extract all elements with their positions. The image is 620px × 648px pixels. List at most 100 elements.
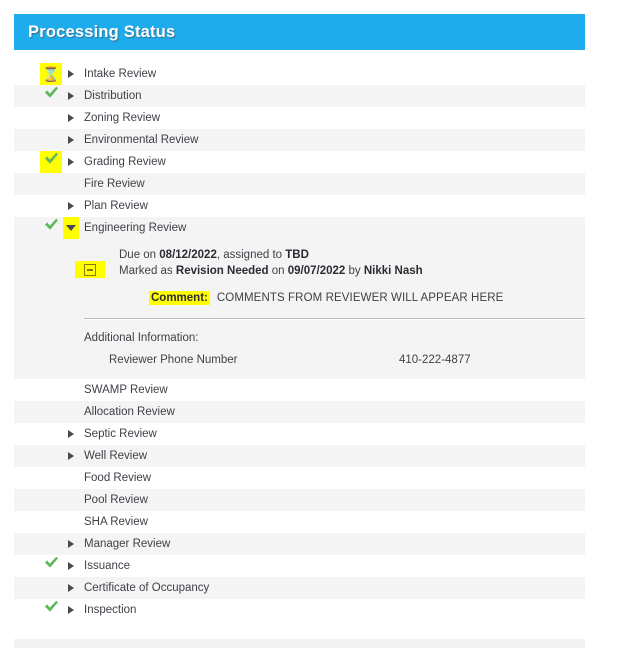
status-row-label: Distribution <box>84 90 142 102</box>
chevron-right-icon <box>68 91 74 100</box>
check-icon <box>44 152 58 164</box>
expand-toggle-right[interactable] <box>63 423 79 445</box>
due-date: 08/12/2022 <box>159 249 217 261</box>
status-row-label: Manager Review <box>84 538 171 550</box>
status-row-label: Environmental Review <box>84 134 199 146</box>
additional-information-fields: Reviewer Phone Number 410-222-4877 <box>14 354 585 369</box>
status-row[interactable]: Fire Review <box>14 173 585 195</box>
status-row[interactable]: Engineering Review <box>14 217 585 239</box>
status-complete-check-icon <box>40 599 62 621</box>
status-row-label: SHA Review <box>84 516 148 528</box>
status-row[interactable]: Food Review <box>14 467 585 489</box>
status-row-label: SWAMP Review <box>84 384 168 396</box>
expand-toggle-right[interactable] <box>63 63 79 85</box>
chevron-right-icon <box>68 69 74 78</box>
status-row-label: Intake Review <box>84 68 157 80</box>
status-row-label: Grading Review <box>84 156 166 168</box>
page-title: Processing Status <box>28 23 176 41</box>
chevron-right-icon <box>68 135 74 144</box>
status-row[interactable]: SHA Review <box>14 511 585 533</box>
status-row-label: Allocation Review <box>84 406 175 418</box>
due-line: Due on 08/12/2022, assigned to TBD <box>119 249 309 261</box>
chevron-right-icon <box>68 157 74 166</box>
expand-toggle-right[interactable] <box>63 445 79 467</box>
comment-line: Comment: COMMENTS FROM REVIEWER WILL APPE… <box>149 291 585 305</box>
status-row[interactable]: Manager Review <box>14 533 585 555</box>
marked-by: Nikki Nash <box>363 265 423 277</box>
check-icon <box>44 217 59 239</box>
status-row-label: Fire Review <box>84 178 145 190</box>
status-complete-check-icon <box>40 85 62 107</box>
additional-field-name: Reviewer Phone Number <box>109 354 238 366</box>
status-row[interactable]: Pool Review <box>14 489 585 511</box>
comment-text: COMMENTS FROM REVIEWER WILL APPEAR HERE <box>216 292 504 304</box>
status-row[interactable]: Plan Review <box>14 195 585 217</box>
check-icon <box>44 151 59 173</box>
status-row[interactable]: SWAMP Review <box>14 379 585 401</box>
status-row-label: Septic Review <box>84 428 157 440</box>
status-row[interactable]: Inspection <box>14 599 585 621</box>
status-row-list-top: ⌛ Intake Review Distribution Zoning Review E… <box>14 63 585 239</box>
expand-toggle-right[interactable] <box>63 599 79 621</box>
comment-label: Comment: <box>149 291 210 305</box>
additional-information-row: Reviewer Phone Number 410-222-4877 <box>14 354 585 369</box>
chevron-right-icon <box>68 201 74 210</box>
chevron-right-icon <box>68 429 74 438</box>
chevron-right-icon <box>68 605 74 614</box>
status-row-label: Issuance <box>84 560 131 572</box>
status-row[interactable]: Issuance <box>14 555 585 577</box>
minus-box-icon <box>84 264 96 276</box>
status-row[interactable]: Zoning Review <box>14 107 585 129</box>
expand-toggle-down[interactable] <box>63 217 79 239</box>
status-row-label: Well Review <box>84 450 148 462</box>
status-complete-check-icon <box>40 555 62 577</box>
status-row[interactable]: Distribution <box>14 85 585 107</box>
additional-information-title: Additional Information: <box>84 332 199 344</box>
check-icon <box>44 556 58 568</box>
status-row-label: Certificate of Occupancy <box>84 582 210 594</box>
status-pending-hourglass-icon: ⌛ <box>40 63 62 85</box>
expand-toggle-right[interactable] <box>63 151 79 173</box>
expand-toggle-right[interactable] <box>63 85 79 107</box>
status-row[interactable]: Allocation Review <box>14 401 585 423</box>
status-row[interactable]: Grading Review <box>14 151 585 173</box>
expand-toggle-right[interactable] <box>63 129 79 151</box>
expand-toggle-right[interactable] <box>63 577 79 599</box>
additional-field-value: 410-222-4877 <box>399 354 471 366</box>
chevron-right-icon <box>68 583 74 592</box>
status-row-label: Inspection <box>84 604 137 616</box>
marked-line: Marked as Revision Needed on 09/07/2022 … <box>119 265 423 277</box>
detail-text-lines: Due on 08/12/2022, assigned to TBD Marke… <box>119 247 585 279</box>
hourglass-icon: ⌛ <box>42 66 60 82</box>
chevron-right-icon <box>68 561 74 570</box>
status-row-label: Zoning Review <box>84 112 161 124</box>
status-row-list-bottom: SWAMP Review Allocation Review Septic Revi… <box>14 379 585 621</box>
status-row[interactable]: Septic Review <box>14 423 585 445</box>
panel-footer-bar <box>14 639 585 648</box>
status-row-label: Engineering Review <box>84 222 187 234</box>
check-icon <box>44 218 58 230</box>
chevron-right-icon <box>68 539 74 548</box>
check-icon <box>44 600 58 612</box>
processing-status-panel: Processing Status ⌛ Intake Review Distribu… <box>14 14 585 648</box>
panel-footer-gap <box>14 621 585 639</box>
check-icon <box>44 555 59 577</box>
status-row-label: Pool Review <box>84 494 148 506</box>
processing-status-page: Processing Status ⌛ Intake Review Distribu… <box>0 0 620 648</box>
check-icon <box>44 86 58 98</box>
status-row[interactable]: Environmental Review <box>14 129 585 151</box>
expand-toggle-right[interactable] <box>63 195 79 217</box>
status-complete-check-icon <box>40 151 62 173</box>
chevron-right-icon <box>68 451 74 460</box>
status-row[interactable]: Well Review <box>14 445 585 467</box>
status-row-label: Food Review <box>84 472 152 484</box>
panel-header: Processing Status <box>14 14 585 50</box>
status-row[interactable]: ⌛ Intake Review <box>14 63 585 85</box>
check-icon <box>44 599 59 621</box>
marked-date: 09/07/2022 <box>287 265 346 277</box>
expand-toggle-right[interactable] <box>63 107 79 129</box>
collapse-detail-button[interactable] <box>75 261 105 278</box>
expand-toggle-right[interactable] <box>63 555 79 577</box>
expand-toggle-right[interactable] <box>63 533 79 555</box>
status-row[interactable]: Certificate of Occupancy <box>14 577 585 599</box>
